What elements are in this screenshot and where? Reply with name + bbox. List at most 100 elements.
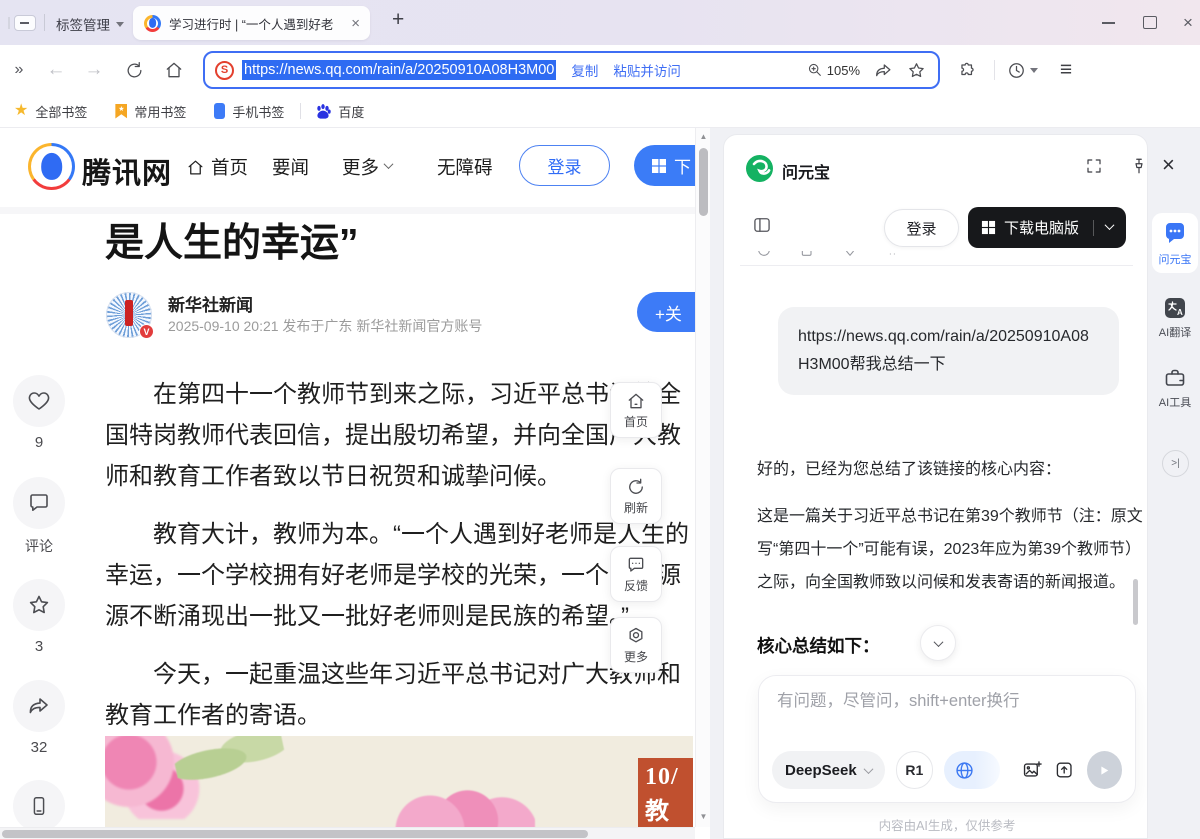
float-feedback-button[interactable]: 反馈 bbox=[610, 546, 662, 602]
svg-text:A: A bbox=[1177, 308, 1183, 317]
add-image-icon[interactable] bbox=[1022, 759, 1042, 781]
panel-toggle-icon[interactable] bbox=[752, 215, 772, 235]
zoom-control[interactable]: 105% bbox=[807, 62, 860, 78]
reply-heading: 核心总结如下： bbox=[757, 633, 880, 658]
reload-icon[interactable] bbox=[118, 45, 150, 95]
model-mode-toggle[interactable]: R1 bbox=[896, 751, 933, 789]
assistant-login-button[interactable]: 登录 bbox=[884, 209, 959, 247]
comment-action[interactable]: 评论 bbox=[13, 477, 65, 556]
float-refresh-button[interactable]: 刷新 bbox=[610, 468, 662, 524]
bookmark-mobile[interactable]: 手机书签 bbox=[214, 102, 284, 121]
toolbar-overflow-button[interactable]: » bbox=[4, 45, 34, 95]
page-vertical-scrollbar[interactable]: ▲ ▼ bbox=[695, 128, 710, 827]
article-title: 是人生的幸运” bbox=[105, 212, 359, 268]
chat-input[interactable] bbox=[777, 692, 1117, 711]
home-icon[interactable] bbox=[158, 45, 190, 95]
assistant-download-button[interactable]: 下载电脑版 bbox=[968, 207, 1126, 248]
scroll-down-icon[interactable]: ▼ bbox=[696, 812, 710, 821]
chevron-down-icon bbox=[863, 764, 873, 774]
bookmark-star-icon[interactable] bbox=[907, 61, 926, 80]
toolbox-icon bbox=[1163, 366, 1187, 390]
share-action[interactable]: 32 bbox=[13, 680, 65, 756]
leaf-illustration bbox=[170, 736, 289, 798]
zoom-level: 105% bbox=[827, 63, 860, 78]
page-horizontal-scrollbar[interactable] bbox=[0, 827, 695, 839]
fullscreen-icon[interactable] bbox=[1085, 157, 1103, 175]
extensions-icon[interactable] bbox=[952, 45, 982, 95]
web-search-toggle[interactable] bbox=[944, 751, 1000, 789]
window-close-button[interactable]: × bbox=[1168, 0, 1200, 45]
url-text-selected[interactable]: https://news.qq.com/rain/a/20250910A08H3… bbox=[242, 60, 556, 80]
bookmark-label: 百度 bbox=[338, 102, 364, 121]
address-bar[interactable]: S https://news.qq.com/rain/a/20250910A08… bbox=[203, 51, 940, 89]
chat-input-card: DeepSeek R1 bbox=[758, 675, 1136, 803]
home-icon bbox=[626, 391, 646, 411]
copy-url-button[interactable]: 复制 bbox=[571, 60, 598, 80]
browser-tab-active[interactable]: 学习进行时 | “一个人遇到好老 × bbox=[133, 6, 370, 40]
download-pc-label: 下载电脑版 bbox=[1004, 217, 1079, 238]
reply-body: 这是一篇关于习近平总书记在第39个教师节（注：原文写“第四十一个”可能有误，20… bbox=[757, 500, 1143, 599]
content-area: 是人生的幸运” V 新华社新闻 2025-09-10 20:21 发布于广东 新… bbox=[0, 128, 1200, 839]
baidu-icon bbox=[315, 103, 331, 119]
share-icon[interactable] bbox=[874, 61, 893, 80]
copy-icon bbox=[799, 251, 815, 258]
yuanbao-logo bbox=[746, 155, 773, 182]
new-tab-button[interactable]: + bbox=[392, 8, 404, 32]
bookmark-frequent[interactable]: 常用书签 bbox=[115, 102, 186, 121]
collapse-reply-button[interactable] bbox=[920, 625, 956, 661]
float-refresh-label: 刷新 bbox=[624, 499, 648, 516]
bookmark-baidu[interactable]: 百度 bbox=[315, 102, 364, 121]
bookmarks-divider bbox=[300, 103, 301, 119]
chevron-down-icon[interactable] bbox=[1105, 220, 1115, 230]
titlebar-divider bbox=[44, 14, 45, 31]
float-home-button[interactable]: 首页 bbox=[610, 382, 662, 438]
tab-close-icon[interactable]: × bbox=[349, 16, 362, 31]
nav-news[interactable]: 要闻 bbox=[272, 154, 309, 180]
menu-icon[interactable]: ≡ bbox=[1050, 45, 1082, 95]
nav-label: 更多 bbox=[342, 154, 379, 180]
author-avatar[interactable]: V bbox=[106, 292, 152, 338]
history-icon[interactable] bbox=[1002, 45, 1042, 95]
nav-home[interactable]: 首页 bbox=[186, 154, 248, 180]
article-meta: 2025-09-10 20:21 发布于广东 新华社新闻官方账号 bbox=[168, 316, 482, 336]
paste-and-go-button[interactable]: 粘贴并访问 bbox=[613, 60, 681, 80]
model-selector[interactable]: DeepSeek bbox=[772, 751, 885, 789]
bookmark-all[interactable]: ★ 全部书签 bbox=[14, 102, 87, 121]
forward-icon[interactable]: → bbox=[78, 45, 110, 95]
titlebar-divider bbox=[8, 17, 10, 29]
tab-manager-menu[interactable]: 标签管理 bbox=[56, 14, 124, 34]
browser-toolbar: » ← → S https://news.qq.com/rain/a/20250… bbox=[0, 45, 1200, 95]
article-body: 在第四十一个教师节到来之际，习近平总书记给全国特岗教师代表回信，提出殷切希望，并… bbox=[105, 374, 690, 753]
nav-accessibility[interactable]: 无障碍 bbox=[437, 154, 493, 180]
window-minimize-button[interactable] bbox=[1088, 0, 1128, 45]
window-maximize-button[interactable] bbox=[1130, 0, 1170, 45]
scrollbar-thumb[interactable] bbox=[699, 148, 708, 216]
rail-item-ai-translate[interactable]: A AI翻译 bbox=[1152, 296, 1198, 340]
nav-more[interactable]: 更多 bbox=[342, 154, 392, 180]
rail-item-ai-tools[interactable]: AI工具 bbox=[1152, 366, 1198, 410]
user-message-bubble: https://news.qq.com/rain/a/20250910A08H3… bbox=[778, 307, 1119, 395]
send-button[interactable] bbox=[1087, 751, 1122, 789]
site-brand[interactable]: 腾讯网 bbox=[82, 150, 172, 192]
back-icon[interactable]: ← bbox=[40, 45, 72, 95]
tab-list-icon[interactable] bbox=[14, 15, 36, 31]
ai-disclaimer: 内容由AI生成，仅供参考 bbox=[758, 815, 1136, 834]
rail-item-yuanbao[interactable]: 问元宝 bbox=[1152, 213, 1198, 273]
article-paragraph: 在第四十一个教师节到来之际，习近平总书记给全国特岗教师代表回信，提出殷切希望，并… bbox=[105, 374, 690, 497]
tencent-logo[interactable] bbox=[28, 143, 75, 190]
like-action[interactable]: 9 bbox=[13, 375, 65, 451]
scroll-up-icon[interactable]: ▲ bbox=[696, 132, 710, 141]
rail-collapse-button[interactable]: >| bbox=[1162, 450, 1189, 477]
refresh-icon bbox=[756, 251, 772, 258]
float-more-button[interactable]: 更多 bbox=[610, 617, 662, 673]
scrollbar-thumb[interactable] bbox=[2, 830, 588, 838]
favorite-action[interactable]: 3 bbox=[13, 579, 65, 655]
flower-illustration bbox=[385, 788, 535, 831]
author-name[interactable]: 新华社新闻 bbox=[168, 291, 253, 316]
upload-file-icon[interactable] bbox=[1054, 759, 1074, 781]
reply-intro: 好的，已经为您总结了该链接的核心内容： bbox=[757, 453, 1143, 486]
site-login-button[interactable]: 登录 bbox=[519, 145, 610, 186]
chat-scrollbar-thumb[interactable] bbox=[1133, 579, 1138, 625]
mobile-read-action[interactable] bbox=[13, 780, 65, 832]
pin-icon[interactable] bbox=[1130, 157, 1148, 175]
